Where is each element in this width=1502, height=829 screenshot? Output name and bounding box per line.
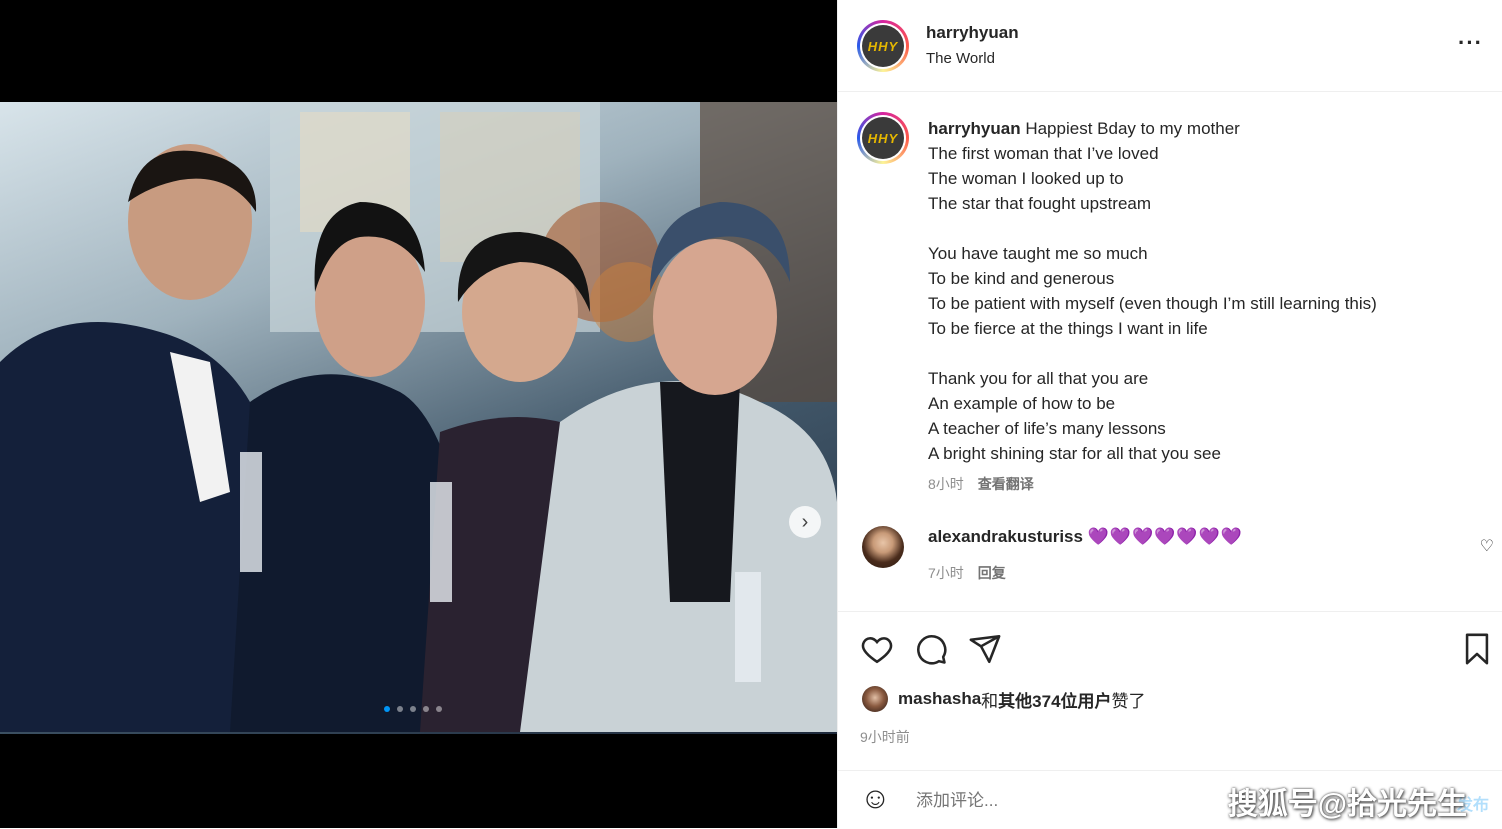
emoji-icon[interactable]: ☺ (860, 783, 891, 815)
share-icon[interactable] (968, 632, 1002, 666)
comment-time: 7小时 (928, 565, 964, 581)
add-comment-bar: ☺ 发布 搜狐号@拾光先生 (838, 770, 1502, 829)
avatar-logo: HHY (862, 117, 904, 159)
comment-meta: 7小时 回复 (928, 563, 1006, 583)
post-timestamp: 9小时前 (860, 729, 910, 745)
reply-button[interactable]: 回复 (978, 565, 1006, 581)
liker-avatar[interactable] (862, 686, 888, 712)
caption-time: 8小时 (928, 476, 964, 492)
likes-count-link[interactable]: 其他374位用户 (998, 687, 1111, 712)
see-translation-link[interactable]: 查看翻译 (978, 476, 1034, 492)
carousel-dot (384, 706, 390, 712)
caption-text-block: harryhyuan Happiest Bday to my mother Th… (928, 116, 1488, 466)
carousel-dot (410, 706, 416, 712)
likes-suffix: 赞了 (1111, 691, 1146, 711)
caption-text: Happiest Bday to my mother The first wom… (928, 119, 1377, 463)
liker-username[interactable]: mashasha (898, 689, 981, 709)
likes-connector: 和 (981, 691, 999, 711)
caption-avatar[interactable]: HHY (857, 112, 909, 164)
caption-meta: 8小时 查看翻译 (928, 474, 1034, 494)
post-side-panel: HHY harryhyuan The World ··· HHY harryhy… (837, 0, 1502, 828)
post-location[interactable]: The World (926, 50, 995, 67)
chevron-right-icon: › (801, 510, 809, 533)
more-options-icon[interactable]: ··· (1458, 30, 1483, 56)
comment-like-icon[interactable]: ♡ (1480, 536, 1494, 556)
comment-icon[interactable] (914, 632, 948, 666)
comment-username[interactable]: alexandrakusturiss (928, 527, 1083, 546)
photo-illustration (0, 102, 837, 732)
commenter-avatar[interactable] (862, 526, 904, 568)
author-avatar[interactable]: HHY (857, 20, 909, 72)
post-photo[interactable]: › (0, 102, 837, 734)
carousel-next-button[interactable]: › (789, 506, 821, 538)
carousel-dot (423, 706, 429, 712)
comment-input[interactable] (914, 785, 1218, 817)
caption-username[interactable]: harryhyuan (928, 119, 1021, 138)
comment-line: alexandrakusturiss 💜💜💜💜💜💜💜 (928, 527, 1243, 547)
watermark-text: 搜狐号@拾光先生 (1227, 788, 1467, 821)
like-heart-icon[interactable] (860, 632, 894, 666)
carousel-indicator (384, 706, 442, 712)
comment-text: 💜💜💜💜💜💜💜 (1087, 527, 1243, 546)
likes-summary: mashasha 和 其他374位用户 赞了 (862, 686, 1146, 712)
post-header: HHY harryhyuan The World ··· (838, 0, 1502, 92)
action-bar (838, 611, 1502, 665)
media-viewer: › (0, 0, 837, 828)
avatar-logo: HHY (862, 25, 904, 67)
save-bookmark-icon[interactable] (1460, 632, 1494, 666)
author-username[interactable]: harryhyuan (926, 23, 1019, 43)
carousel-dot (397, 706, 403, 712)
carousel-dot (436, 706, 442, 712)
